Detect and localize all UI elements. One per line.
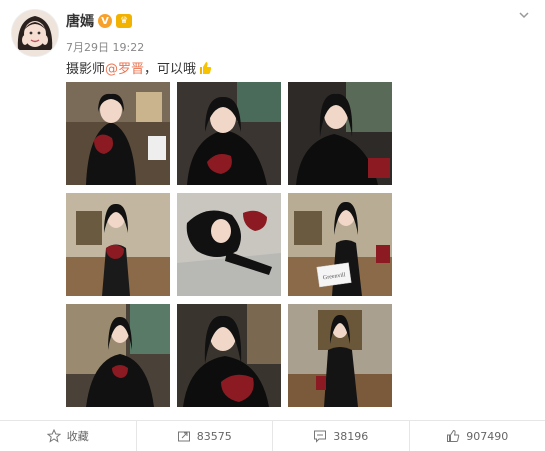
- photo-3-image: [288, 82, 392, 185]
- avatar-image: [12, 10, 58, 56]
- post-text: 摄影师 @罗晋 ，可以哦: [66, 58, 212, 77]
- action-bar: 收藏 83575 38196 907490: [0, 420, 545, 451]
- photo-3[interactable]: [288, 82, 392, 185]
- photo-4-image: [66, 193, 170, 296]
- weibo-post: 唐嫣 V ♛ 7月29日 19:22 摄影师 @罗晋 ，可以哦: [0, 0, 545, 450]
- avatar[interactable]: [11, 9, 59, 57]
- collect-label: 收藏: [67, 428, 89, 444]
- chevron-down-icon[interactable]: [517, 8, 531, 22]
- repost-count: 83575: [197, 430, 232, 443]
- photo-1-image: [66, 82, 170, 185]
- mention-link[interactable]: @罗晋: [105, 58, 144, 77]
- name-row: 唐嫣 V ♛: [66, 11, 132, 31]
- photo-7[interactable]: [66, 304, 170, 407]
- like-button[interactable]: 907490: [410, 421, 545, 451]
- like-count: 907490: [466, 430, 508, 443]
- comment-button[interactable]: 38196: [273, 421, 410, 451]
- vip-crown-icon: ♛: [116, 14, 132, 28]
- verified-icon: V: [98, 14, 112, 28]
- photo-8-image: [177, 304, 281, 407]
- post-time[interactable]: 7月29日 19:22: [66, 39, 144, 55]
- collect-button[interactable]: 收藏: [0, 421, 137, 451]
- photo-6-image: Greenvill: [288, 193, 392, 296]
- photo-1[interactable]: [66, 82, 170, 185]
- photo-grid: Greenvill: [66, 82, 392, 407]
- post-text-prefix: 摄影师: [66, 58, 105, 77]
- photo-7-image: [66, 304, 170, 407]
- photo-9[interactable]: [288, 304, 392, 407]
- photo-4[interactable]: [66, 193, 170, 296]
- star-icon: [47, 429, 61, 443]
- post-meta: 7月29日 19:22: [66, 39, 144, 55]
- thumbs-up-emoji-icon: [198, 61, 212, 75]
- comment-count: 38196: [333, 430, 368, 443]
- photo-2-image: [177, 82, 281, 185]
- thumbs-up-icon: [446, 429, 460, 443]
- repost-icon: [177, 429, 191, 443]
- post-text-suffix: ，可以哦: [144, 58, 196, 77]
- photo-5-image: [177, 193, 281, 296]
- photo-6[interactable]: Greenvill: [288, 193, 392, 296]
- photo-5[interactable]: [177, 193, 281, 296]
- photo-9-image: [288, 304, 392, 407]
- user-name[interactable]: 唐嫣: [66, 11, 94, 31]
- photo-8[interactable]: [177, 304, 281, 407]
- repost-button[interactable]: 83575: [137, 421, 274, 451]
- comment-icon: [313, 429, 327, 443]
- photo-2[interactable]: [177, 82, 281, 185]
